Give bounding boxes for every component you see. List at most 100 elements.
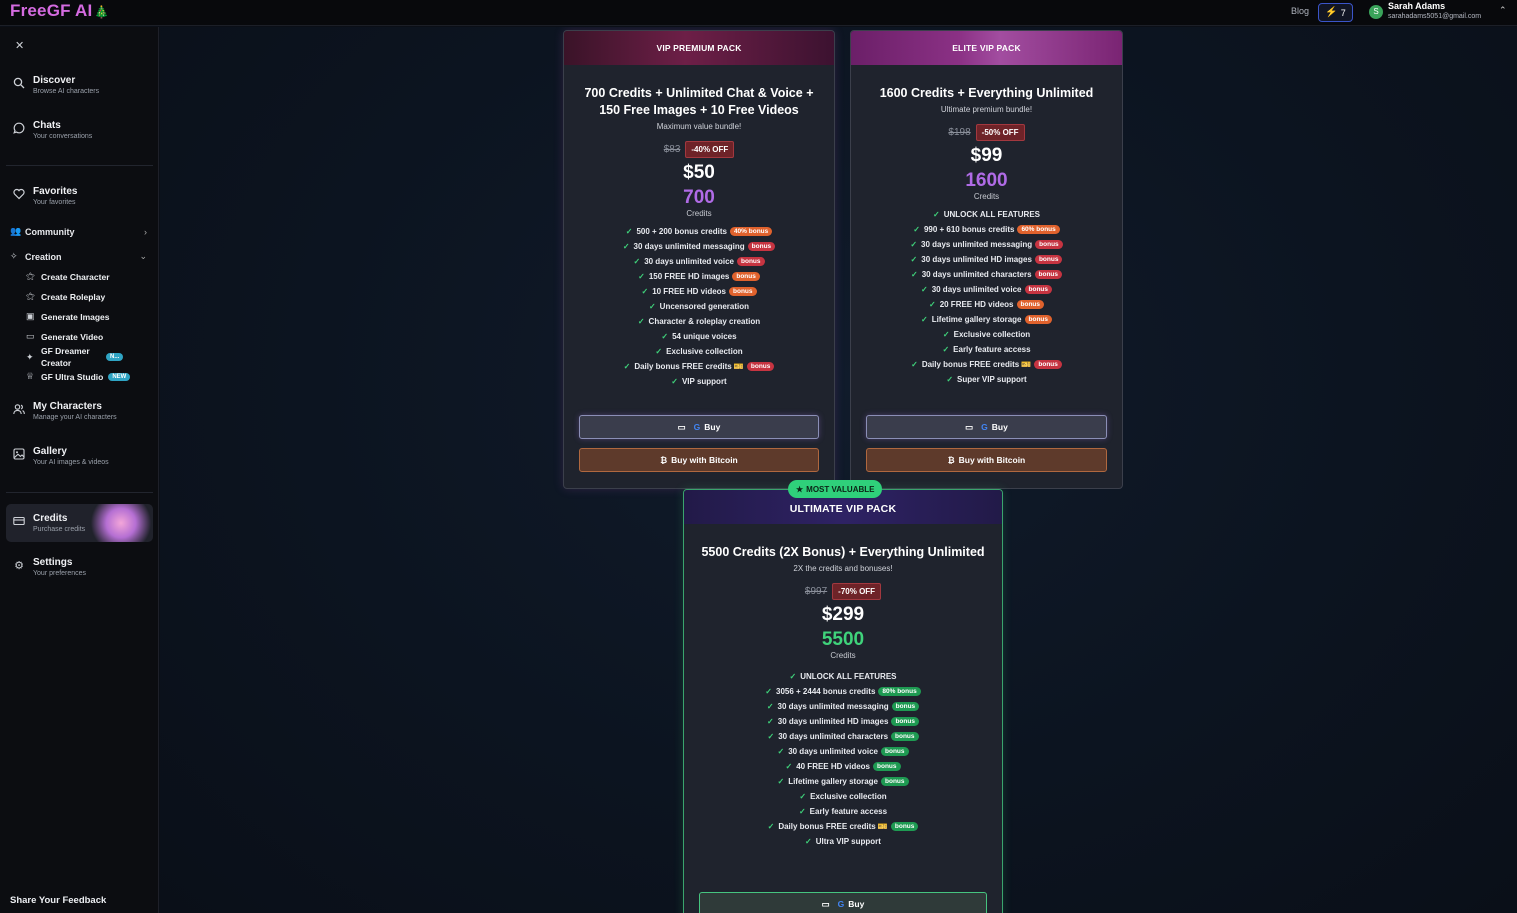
user-email: sarahadams5051@gmail.com: [1388, 13, 1482, 20]
discount-row: $83 -40% OFF: [564, 141, 834, 158]
sidebar-group-label: Creation: [25, 251, 62, 262]
feature-item: ✓ Daily bonus FREE credits 🎫 bonus: [564, 359, 834, 374]
sidebar-item-subtitle: Your preferences: [33, 570, 87, 577]
old-price: $83: [663, 144, 681, 155]
buy-button[interactable]: ▭ G Buy: [579, 415, 819, 439]
feature-item: ✓ UNLOCK ALL FEATURES: [789, 672, 897, 681]
pricing-card-ultimate-vip: ULTIMATE VIP PACK 5500 Credits (2X Bonus…: [683, 489, 1003, 913]
sidebar-item-favorites[interactable]: Favorites Your favorites: [12, 185, 77, 208]
star-icon: ★: [796, 484, 804, 494]
sidebar-group-creation[interactable]: ✧ Creation ⌄: [10, 251, 150, 262]
feature-item: ✓ Super VIP support: [946, 375, 1027, 384]
sidebar-sub-create-roleplay[interactable]: ⚝ Create Roleplay: [26, 291, 105, 302]
card-icon: ▭: [677, 421, 686, 432]
sidebar-sub-label: Create Character: [41, 271, 110, 282]
feature-item: ✓ 30 days unlimited messaging bonus: [851, 237, 1122, 252]
gear-icon: ⚙: [14, 560, 24, 572]
sidebar-divider: [6, 165, 153, 166]
card-tagline: Maximum value bundle!: [656, 122, 742, 131]
feature-item: ✓ 30 days unlimited HD images bonus: [851, 252, 1122, 267]
card-banner: VIP PREMIUM PACK: [564, 31, 834, 65]
sidebar-sub-gf-ultra-studio[interactable]: ♕ GF Ultra Studio NEW: [26, 371, 131, 382]
app-logo[interactable]: FreeGF AI 🎄: [10, 1, 110, 21]
feature-item: ✓ 40 FREE HD videos bonus: [684, 759, 1002, 774]
feature-item: ✓ Daily bonus FREE credits 🎫 bonus: [684, 819, 1002, 834]
sidebar-sub-label: GF Ultra Studio: [41, 371, 104, 382]
buy-button[interactable]: ▭ G Buy: [866, 415, 1107, 439]
sidebar-item-my-characters[interactable]: My Characters Manage your AI characters: [12, 400, 117, 423]
feature-item: ✓ 30 days unlimited voice bonus: [564, 254, 834, 269]
users-icon: [12, 403, 26, 417]
feature-item: ✓ 500 + 200 bonus credits 40% bonus: [564, 224, 834, 239]
sidebar-item-credits[interactable]: Credits Purchase credits: [12, 512, 85, 535]
sidebar-sub-label: Generate Video: [41, 331, 104, 342]
old-price: $198: [948, 127, 971, 138]
card-tagline: 2X the credits and bonuses!: [793, 564, 893, 573]
card-tagline: Ultimate premium bundle!: [940, 105, 1033, 114]
card-banner-title: VIP PREMIUM PACK: [656, 43, 742, 53]
credits-amount: 1600: [965, 170, 1008, 191]
old-price: $997: [804, 586, 828, 597]
credit-count: 7: [1340, 7, 1346, 18]
credits-label: Credits: [973, 192, 1000, 201]
feature-list: ✓ 500 + 200 bonus credits 40% bonus ✓ 30 da…: [564, 224, 834, 389]
sidebar-sub-generate-images[interactable]: ▣ Generate Images: [26, 311, 110, 322]
sidebar-item-label: Settings: [33, 557, 73, 568]
chat-bubble-icon: [12, 122, 26, 136]
blog-link[interactable]: Blog: [1291, 6, 1309, 16]
wand-icon: ⚝: [26, 271, 35, 281]
credit-balance-button[interactable]: ⚡ 7: [1318, 3, 1353, 22]
feature-list: ✓ UNLOCK ALL FEATURES ✓ 990 + 610 bonus cr…: [851, 207, 1122, 387]
sidebar-item-gallery[interactable]: Gallery Your AI images & videos: [12, 445, 109, 468]
feature-item: ✓ Lifetime gallery storage bonus: [684, 774, 1002, 789]
discount-row: $997 -70% OFF: [684, 583, 1002, 600]
feature-item: ✓ Early feature access: [942, 345, 1031, 354]
sidebar-item-subtitle: Purchase credits: [33, 526, 86, 533]
wand-icon: ⚝: [26, 291, 35, 301]
sidebar-item-label: Credits: [33, 513, 68, 524]
feature-item: ✓ 30 days unlimited messaging bonus: [564, 239, 834, 254]
image-icon: [12, 448, 26, 462]
sidebar-item-chats[interactable]: Chats Your conversations: [12, 119, 92, 142]
sidebar-group-label: Community: [25, 226, 75, 237]
sidebar-item-label: Gallery: [33, 446, 67, 457]
feature-item: ✓ UNLOCK ALL FEATURES: [933, 210, 1040, 219]
sidebar-sub-create-character[interactable]: ⚝ Create Character: [26, 271, 110, 282]
sidebar-sub-gf-dreamer[interactable]: ✦ GF Dreamer Creator N...: [26, 345, 124, 369]
card-headline: 700 Credits + Unlimited Chat & Voice + 1…: [584, 86, 814, 117]
buy-button[interactable]: ▭ G Buy: [699, 892, 987, 913]
feedback-link[interactable]: Share Your Feedback: [10, 895, 106, 906]
sidebar-item-subtitle: Manage your AI characters: [33, 414, 117, 421]
sidebar-sub-label: Create Roleplay: [41, 291, 106, 302]
chevron-up-icon[interactable]: ⌃: [1499, 5, 1507, 16]
sidebar-item-label: My Characters: [33, 401, 102, 412]
image-icon: ▣: [26, 311, 35, 321]
close-icon[interactable]: ✕: [15, 39, 24, 52]
user-menu[interactable]: S Sarah Adams sarahadams5051@gmail.com ⌃: [1369, 1, 1507, 22]
users-icon: 👥: [10, 226, 22, 236]
feature-item: ✓ 30 days unlimited messaging bonus: [684, 699, 1002, 714]
buy-with-bitcoin-button[interactable]: ₿ Buy with Bitcoin: [579, 448, 819, 472]
credits-label: Credits: [830, 651, 856, 660]
feature-item: ✓ 54 unique voices: [661, 332, 737, 341]
sidebar-item-subtitle: Browse AI characters: [33, 88, 100, 95]
feature-item: ✓ 20 FREE HD videos bonus: [851, 297, 1122, 312]
feature-item: ✓ VIP support: [671, 377, 727, 386]
heart-icon: [12, 188, 26, 202]
sidebar-item-subtitle: Your AI images & videos: [33, 459, 109, 466]
sidebar-group-community[interactable]: 👥 Community ›: [10, 226, 150, 237]
credits-amount: 5500: [821, 629, 865, 650]
feature-item: ✓ 30 days unlimited voice bonus: [851, 282, 1122, 297]
card-banner-title: ELITE VIP PACK: [952, 43, 1021, 53]
top-bar: FreeGF AI 🎄 Blog ⚡ 7 S Sarah Adams saraha…: [0, 0, 1517, 26]
buy-with-bitcoin-button[interactable]: ₿ Buy with Bitcoin: [866, 448, 1107, 472]
credits-amount: 700: [683, 187, 715, 208]
feature-item: ✓ Ultra VIP support: [805, 837, 881, 846]
feature-item: ✓ Early feature access: [798, 807, 888, 816]
sidebar-item-settings[interactable]: ⚙ Settings Your preferences: [12, 556, 86, 579]
sidebar-item-discover[interactable]: Discover Browse AI characters: [12, 74, 99, 97]
sidebar-sub-generate-video[interactable]: ▭ Generate Video: [26, 331, 103, 342]
new-badge: N...: [106, 353, 124, 361]
card-icon: ▭: [965, 421, 974, 432]
search-icon: [12, 77, 26, 91]
